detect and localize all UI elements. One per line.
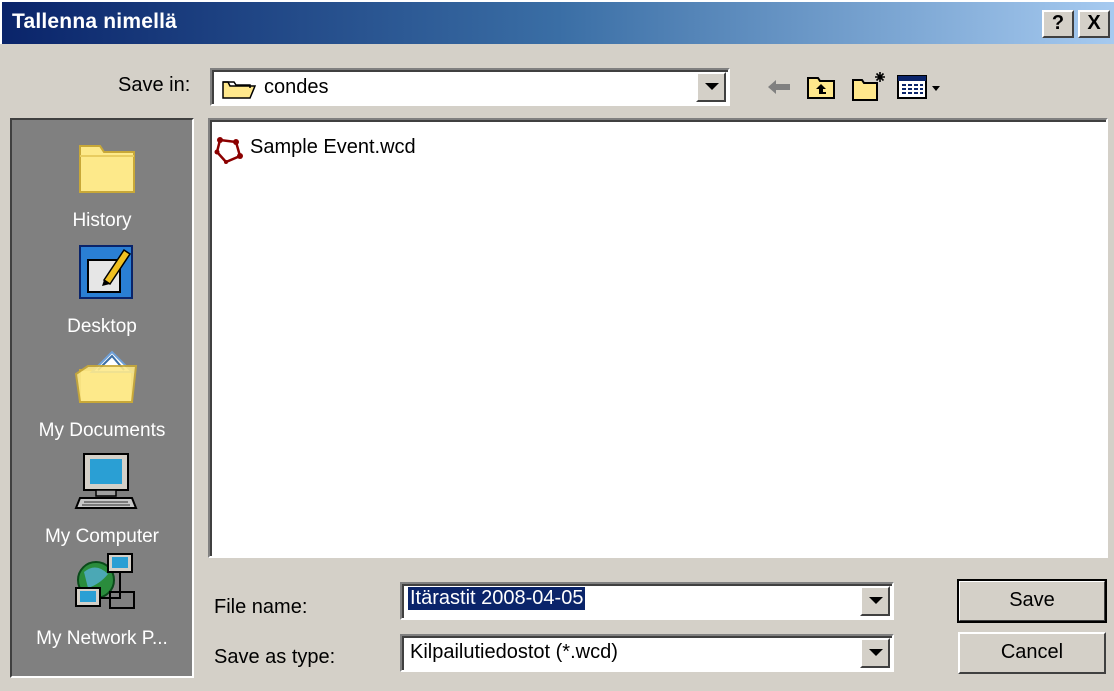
my-computer-icon <box>74 453 138 509</box>
save-in-value: condes <box>264 76 329 98</box>
cancel-button[interactable]: Cancel <box>958 632 1106 674</box>
help-button[interactable]: ? <box>1042 10 1074 38</box>
desktop-icon <box>79 245 133 299</box>
chevron-down-icon <box>869 649 883 656</box>
place-my-computer[interactable]: My Computer <box>12 450 192 554</box>
save-in-label: Save in: <box>118 74 191 96</box>
network-places-icon <box>75 553 135 609</box>
chevron-down-icon <box>869 597 883 604</box>
place-label: My Network P... <box>36 628 168 649</box>
course-file-icon <box>214 137 243 164</box>
save-in-dropdown-button[interactable] <box>696 72 726 102</box>
save-in-dropdown[interactable]: condes <box>210 68 730 106</box>
place-label: My Documents <box>38 420 166 441</box>
place-label: My Computer <box>44 526 160 547</box>
up-one-level-icon[interactable] <box>804 70 838 104</box>
place-label: Desktop <box>67 316 137 337</box>
place-label: History <box>72 210 132 231</box>
save-as-type-label: Save as type: <box>214 646 336 668</box>
file-name-label: File name: <box>214 596 308 618</box>
place-network[interactable]: My Network P... <box>12 552 192 656</box>
close-button[interactable]: X <box>1078 10 1110 38</box>
file-name-label: Sample Event.wcd <box>250 136 416 158</box>
save-as-type-value: Kilpailutiedostot (*.wcd) <box>410 641 618 663</box>
save-button[interactable]: Save <box>957 579 1107 623</box>
save-as-type-dropdown[interactable]: Kilpailutiedostot (*.wcd) <box>400 634 894 672</box>
title-bar[interactable]: Tallenna nimellä ? X <box>0 0 1114 44</box>
my-documents-icon <box>74 350 138 403</box>
file-name-input[interactable]: Itärastit 2008-04-05 <box>408 587 586 610</box>
new-folder-icon[interactable] <box>850 70 888 104</box>
folder-icon <box>222 81 256 99</box>
place-history[interactable]: History <box>12 134 192 238</box>
window-title: Tallenna nimellä <box>12 10 178 33</box>
file-list[interactable]: Sample Event.wcd <box>208 118 1108 558</box>
file-name-dropdown-button[interactable] <box>860 586 890 616</box>
chevron-down-icon <box>705 83 719 90</box>
folder-history-icon <box>79 145 135 193</box>
place-desktop[interactable]: Desktop <box>12 240 192 344</box>
save-as-type-dropdown-button[interactable] <box>860 638 890 668</box>
view-menu-icon[interactable] <box>896 70 950 104</box>
places-bar: History Desktop My Documents My Computer <box>10 118 194 678</box>
back-icon[interactable] <box>762 70 796 104</box>
place-my-documents[interactable]: My Documents <box>12 344 192 448</box>
file-name-field[interactable]: Itärastit 2008-04-05 <box>400 582 894 620</box>
